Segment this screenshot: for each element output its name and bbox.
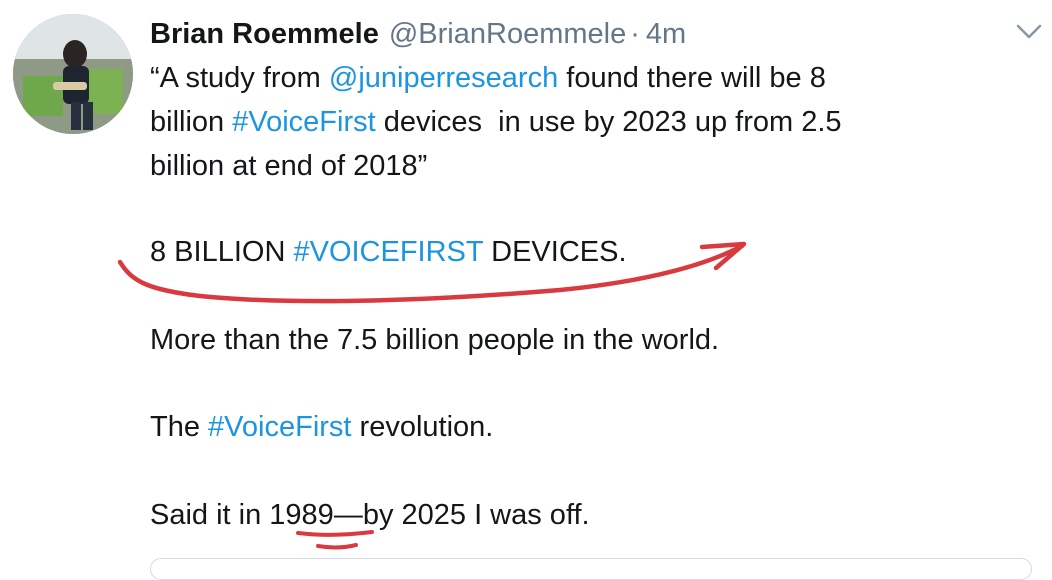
- hashtag-link[interactable]: #VOICEFIRST: [293, 236, 483, 268]
- user-avatar-photo-icon: [13, 14, 133, 134]
- text-segment: Said it in: [150, 499, 270, 531]
- display-name[interactable]: Brian Roemmele: [150, 14, 379, 54]
- tweet-paragraph-headline: 8 BILLION #VOICEFIRST DEVICES.: [150, 230, 1030, 274]
- embedded-card-edge[interactable]: [150, 558, 1032, 580]
- mention-link[interactable]: @juniperresearch: [329, 62, 558, 94]
- tweet-paragraph-said-it: Said it in 1989—by 2025 I was off.: [150, 493, 1030, 537]
- hashtag-link[interactable]: #VoiceFirst: [232, 106, 375, 138]
- tweet-paragraph-quote: “A study from @juniperresearch found the…: [150, 56, 1030, 188]
- tweet[interactable]: Brian Roemmele @BrianRoemmele · 4m “A st…: [0, 0, 1052, 580]
- text-segment: DEVICES.: [483, 236, 627, 268]
- text-segment: The: [150, 411, 209, 443]
- text-segment: revolution.: [351, 411, 494, 443]
- text-segment: —by 2025 I was off.: [333, 499, 590, 531]
- tweet-paragraph-comparison: More than the 7.5 billion people in the …: [150, 324, 720, 356]
- chevron-down-icon[interactable]: [1014, 20, 1044, 44]
- user-handle[interactable]: @BrianRoemmele: [389, 14, 626, 54]
- quote-line-3: billion at end of 2018”: [150, 150, 428, 182]
- avatar[interactable]: [13, 14, 133, 134]
- text-segment: billion: [150, 106, 233, 138]
- quote-line-2: billion #VoiceFirst devices in use by 20…: [150, 100, 1030, 144]
- text-segment: devices in use by 2023 up from 2.5: [375, 106, 842, 138]
- tweet-paragraph-revolution: The #VoiceFirst revolution.: [150, 405, 1030, 449]
- red-year-underline-2: [316, 543, 358, 550]
- hashtag-link[interactable]: #VoiceFirst: [208, 411, 351, 443]
- text-segment: found there will be 8: [558, 62, 826, 94]
- text-segment: “A study from: [150, 62, 329, 94]
- text-segment: 8 BILLION: [150, 236, 294, 268]
- tweet-header: Brian Roemmele @BrianRoemmele · 4m: [150, 14, 686, 54]
- header-separator: ·: [630, 18, 640, 50]
- tweet-timestamp[interactable]: 4m: [646, 14, 686, 54]
- year-text: 1989: [269, 499, 334, 531]
- quote-line-1: “A study from @juniperresearch found the…: [150, 56, 1030, 100]
